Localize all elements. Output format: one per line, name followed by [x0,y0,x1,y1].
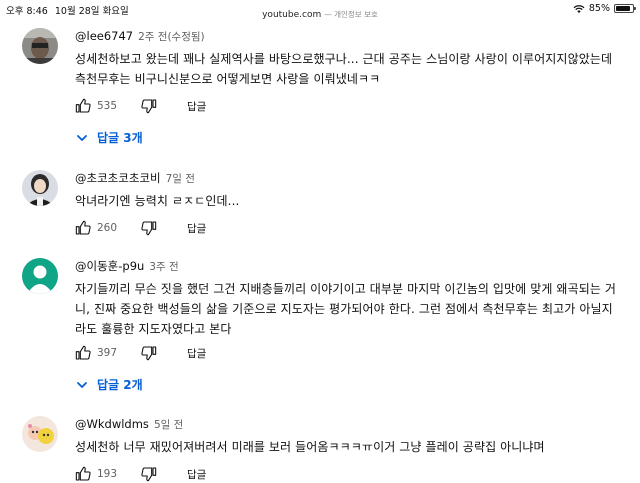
author-name[interactable]: @이동훈-p9u [75,259,144,273]
avatar[interactable] [22,28,58,64]
like-icon[interactable] [75,98,91,114]
comment-actions: 397 답글 [75,344,206,362]
comment-text: 악녀라기엔 능력치 ㄹㅈㄷ인데... [75,191,630,211]
comment-header: @초코초코초코비 7일 전 [75,170,630,186]
dislike-icon[interactable] [141,98,157,114]
comment-time[interactable]: 3주 전 [149,261,178,273]
reply-button[interactable]: 답글 [187,221,206,236]
battery-percent: 85% [588,3,610,14]
like-icon[interactable] [75,345,91,361]
dislike-icon[interactable] [141,345,157,361]
comment-text: 성세천하보고 왔는데 꽤나 실제역사를 바탕으로했구나... 근대 공주는 스님… [75,49,630,89]
privacy-label: — 개인정보 보호 [324,10,378,19]
comment-line: 라도 훌륭한 지도자였다고 본다 [75,322,232,336]
reply-button[interactable]: 답글 [187,99,206,114]
comment-time[interactable]: 5일 전 [154,419,183,431]
comment-line: 자기들끼리 무슨 짓을 했던 그건 지배층들끼리 이야기이고 대부분 마지막 이… [75,282,617,296]
view-replies-button[interactable]: 답글 2개 [75,376,143,393]
url-text[interactable]: youtube.com [262,10,321,20]
chevron-down-icon [77,381,87,388]
comment-header: @Wkdwldms 5일 전 [75,416,630,432]
like-count: 535 [97,100,118,112]
wifi-icon [573,4,585,13]
comment-text: 자기들끼리 무슨 짓을 했던 그건 지배층들끼리 이야기이고 대부분 마지막 이… [75,279,630,339]
avatar[interactable] [22,258,58,294]
avatar[interactable] [22,416,58,452]
comment-body: @초코초코초코비 7일 전 악녀라기엔 능력치 ㄹㅈㄷ인데... [75,170,630,211]
comment-actions: 193 답글 [75,465,206,483]
comment-header: @lee6747 2주 전(수정됨) [75,28,630,44]
status-right: 85% [573,3,636,14]
comment-time[interactable]: 7일 전 [166,173,195,185]
comment-actions: 260 답글 [75,219,206,237]
author-name[interactable]: @lee6747 [75,29,133,43]
replies-count-label[interactable]: 답글 3개 [97,129,143,146]
status-bar: 오후 8:46 10월 28일 화요일 youtube.com — 개인정보 보호… [0,0,640,22]
battery-icon [614,4,636,13]
like-count: 397 [97,347,118,359]
author-name[interactable]: @초코초코초코비 [75,171,161,185]
comment-time[interactable]: 2주 전(수정됨) [138,31,205,43]
comment-header: @이동훈-p9u 3주 전 [75,258,630,274]
comment-body: @lee6747 2주 전(수정됨) 성세천하보고 왔는데 꽤나 실제역사를 바탕… [75,28,630,89]
dislike-icon[interactable] [141,220,157,236]
comment-body: @Wkdwldms 5일 전 성세천하 너무 재밌어져버려서 미래를 보러 들어옴… [75,416,630,457]
like-count: 193 [97,468,118,480]
comment-line: 악녀라기엔 능력치 ㄹㅈㄷ인데... [75,194,240,208]
avatar[interactable] [22,170,58,206]
comment-text: 성세천하 너무 재밌어져버려서 미래를 보러 들어옴ㅋㅋㅋㅠ이거 그냥 플레이 … [75,437,630,457]
replies-count-label[interactable]: 답글 2개 [97,376,143,393]
reply-button[interactable]: 답글 [187,346,206,361]
author-name[interactable]: @Wkdwldms [75,417,149,431]
comment-line: 성세천하 너무 재밌어져버려서 미래를 보러 들어옴ㅋㅋㅋㅠ이거 그냥 플레이 … [75,440,545,454]
reply-button[interactable]: 답글 [187,467,206,482]
comment-line: 측천무후는 비구니신분으로 어떻게보면 사랑을 이뤄냈네ㅋㅋ [75,72,381,86]
comment-line: 니, 진짜 중요한 백성들의 삶을 기준으로 지도자는 평가되어야 한다. 그런… [75,302,613,316]
like-count: 260 [97,222,118,234]
like-icon[interactable] [75,220,91,236]
view-replies-button[interactable]: 답글 3개 [75,129,143,146]
comment-body: @이동훈-p9u 3주 전 자기들끼리 무슨 짓을 했던 그건 지배층들끼리 이야… [75,258,630,339]
comment-actions: 535 답글 [75,97,206,115]
url-bar[interactable]: youtube.com — 개인정보 보호 [0,9,640,20]
chevron-down-icon [77,134,87,141]
comment-line: 성세천하보고 왔는데 꽤나 실제역사를 바탕으로했구나... 근대 공주는 스님… [75,52,613,66]
